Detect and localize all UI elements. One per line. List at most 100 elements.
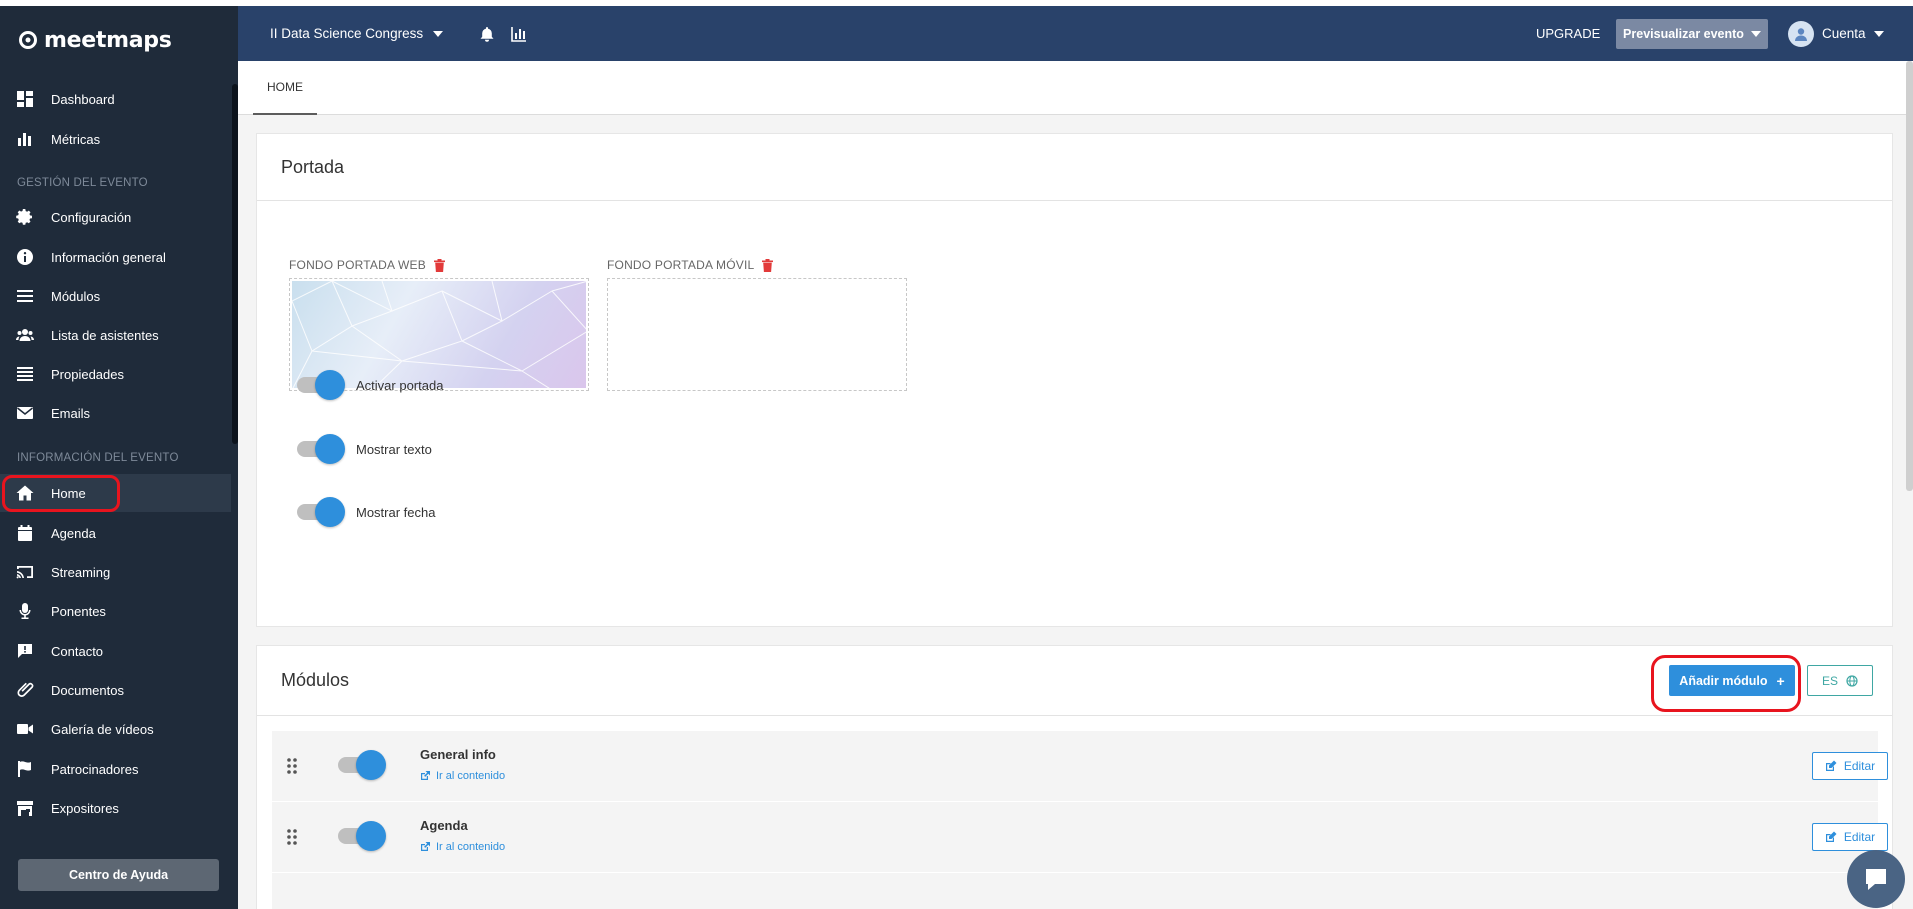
event-selector[interactable]: II Data Science Congress <box>270 6 444 61</box>
sidebar-item-lista-asistentes[interactable]: Lista de asistentes <box>0 316 231 354</box>
module-visibility-toggle[interactable] <box>338 821 388 851</box>
sidebar-item-label: Configuración <box>51 209 132 225</box>
sidebar-item-label: Lista de asistentes <box>51 327 159 343</box>
mobile-background-label: FONDO PORTADA MÓVIL <box>607 258 755 272</box>
avatar <box>1788 20 1814 47</box>
module-row: General info Ir al contenido Editar <box>272 731 1888 801</box>
menu-icon <box>14 285 36 307</box>
sidebar-item-contacto[interactable]: Contacto <box>0 632 231 670</box>
sidebar-item-modulos[interactable]: Módulos <box>0 277 231 315</box>
sidebar-item-label: Patrocinadores <box>51 761 139 777</box>
trash-icon[interactable] <box>762 258 774 272</box>
sidebar-item-label: Expositores <box>51 800 119 816</box>
mobile-background-dropzone[interactable] <box>607 278 907 391</box>
module-row <box>272 873 1878 909</box>
edit-icon <box>1825 831 1837 842</box>
main-content: HOME Portada FONDO PORTADA WEB FONDO POR… <box>238 61 1913 909</box>
sidebar-item-galeria-videos[interactable]: Galería de vídeos <box>0 710 231 748</box>
edit-icon <box>1825 760 1837 771</box>
sidebar-item-patrocinadores[interactable]: Patrocinadores <box>0 750 231 788</box>
list-icon <box>14 363 36 385</box>
modulos-title: Módulos <box>281 670 350 690</box>
activar-portada-toggle[interactable] <box>297 370 347 400</box>
bell-icon[interactable] <box>478 25 496 43</box>
portada-title: Portada <box>281 156 345 177</box>
sidebar-item-label: Ponentes <box>51 603 106 619</box>
user-icon <box>1795 27 1807 41</box>
sidebar-item-expositores[interactable]: Expositores <box>0 789 231 827</box>
edit-label: Editar <box>1843 759 1876 773</box>
sidebar-item-label: Agenda <box>51 525 96 541</box>
sidebar-item-label: Contacto <box>51 643 104 659</box>
chevron-down-icon <box>433 30 444 37</box>
preview-event-label: Previsualizar evento <box>1623 27 1744 41</box>
app-root: meetmaps Dashboard Métricas GESTIÓN DEL … <box>0 0 1913 909</box>
add-module-button[interactable]: Añadir módulo + <box>1669 665 1795 696</box>
sidebar-item-streaming[interactable]: Streaming <box>0 553 231 591</box>
section-gestion-title: GESTIÓN DEL EVENTO <box>17 177 148 189</box>
chat-icon <box>1866 869 1886 890</box>
go-to-content-link[interactable]: Ir al contenido <box>420 841 505 853</box>
edit-module-button[interactable]: Editar <box>1812 752 1888 780</box>
module-row: Agenda Ir al contenido Editar <box>272 802 1888 872</box>
dashboard-icon <box>14 88 36 110</box>
toggle-label: Mostrar fecha <box>356 504 436 520</box>
go-to-content-link[interactable]: Ir al contenido <box>420 770 505 782</box>
sidebar-item-metricas[interactable]: Métricas <box>0 120 231 158</box>
sidebar-item-configuracion[interactable]: Configuración <box>0 198 231 236</box>
sidebar-item-dashboard[interactable]: Dashboard <box>0 80 231 118</box>
chevron-down-icon <box>1873 30 1884 37</box>
web-background-label: FONDO PORTADA WEB <box>289 258 426 272</box>
sidebar-item-label: Dashboard <box>51 91 115 107</box>
event-name: II Data Science Congress <box>270 26 424 41</box>
toggle-row-activar-portada: Activar portada <box>297 370 443 400</box>
help-center-button[interactable]: Centro de Ayuda <box>18 859 219 891</box>
tab-home[interactable]: HOME <box>253 61 317 115</box>
main-scrollbar[interactable] <box>1906 61 1913 491</box>
microphone-icon <box>14 600 36 622</box>
sidebar-item-home[interactable]: Home <box>0 474 231 512</box>
paperclip-icon <box>14 679 36 701</box>
sidebar: meetmaps Dashboard Métricas GESTIÓN DEL … <box>0 6 238 909</box>
module-visibility-toggle[interactable] <box>338 750 388 780</box>
module-name: General info <box>420 747 496 762</box>
sidebar-item-emails[interactable]: Emails <box>0 394 231 432</box>
sidebar-item-propiedades[interactable]: Propiedades <box>0 355 231 393</box>
go-to-content-label: Ir al contenido <box>436 841 506 853</box>
logo[interactable]: meetmaps <box>18 24 172 56</box>
trash-icon[interactable] <box>433 258 445 272</box>
sidebar-item-label: Streaming <box>51 564 111 580</box>
sidebar-item-label: Métricas <box>51 131 101 147</box>
language-button[interactable]: ES <box>1807 665 1873 696</box>
drag-handle-icon[interactable] <box>286 757 298 775</box>
sidebar-item-ponentes[interactable]: Ponentes <box>0 592 231 630</box>
sidebar-item-informacion-general[interactable]: Información general <box>0 238 231 276</box>
users-icon <box>14 324 36 346</box>
analytics-icon[interactable] <box>510 25 528 43</box>
toggle-label: Mostrar texto <box>356 441 432 457</box>
cast-icon <box>14 561 36 583</box>
toggle-row-mostrar-fecha: Mostrar fecha <box>297 497 435 527</box>
sidebar-item-label: Emails <box>51 405 91 421</box>
sidebar-item-agenda[interactable]: Agenda <box>0 514 231 552</box>
meetmaps-logo-icon <box>19 31 37 49</box>
edit-module-button[interactable]: Editar <box>1812 823 1888 851</box>
external-link-icon <box>421 842 430 851</box>
mostrar-fecha-toggle[interactable] <box>297 497 347 527</box>
upgrade-link[interactable]: UPGRADE <box>1536 6 1600 61</box>
go-to-content-label: Ir al contenido <box>436 770 506 782</box>
drag-handle-icon[interactable] <box>286 828 298 846</box>
account-menu[interactable]: Cuenta <box>1788 6 1884 61</box>
mobile-background-label-row: FONDO PORTADA MÓVIL <box>607 258 774 272</box>
mostrar-texto-toggle[interactable] <box>297 434 347 464</box>
portada-header: Portada <box>257 134 1892 201</box>
sidebar-item-documentos[interactable]: Documentos <box>0 671 231 709</box>
chat-widget-button[interactable] <box>1847 850 1905 908</box>
modulos-card: Módulos Añadir módulo + ES General info … <box>256 645 1893 909</box>
flag-icon <box>14 758 36 780</box>
preview-event-button[interactable]: Previsualizar evento <box>1616 19 1768 49</box>
add-module-label: Añadir módulo <box>1679 673 1768 688</box>
calendar-icon <box>14 522 36 544</box>
sidebar-item-label: Módulos <box>51 288 101 304</box>
bar-chart-icon <box>14 128 36 150</box>
